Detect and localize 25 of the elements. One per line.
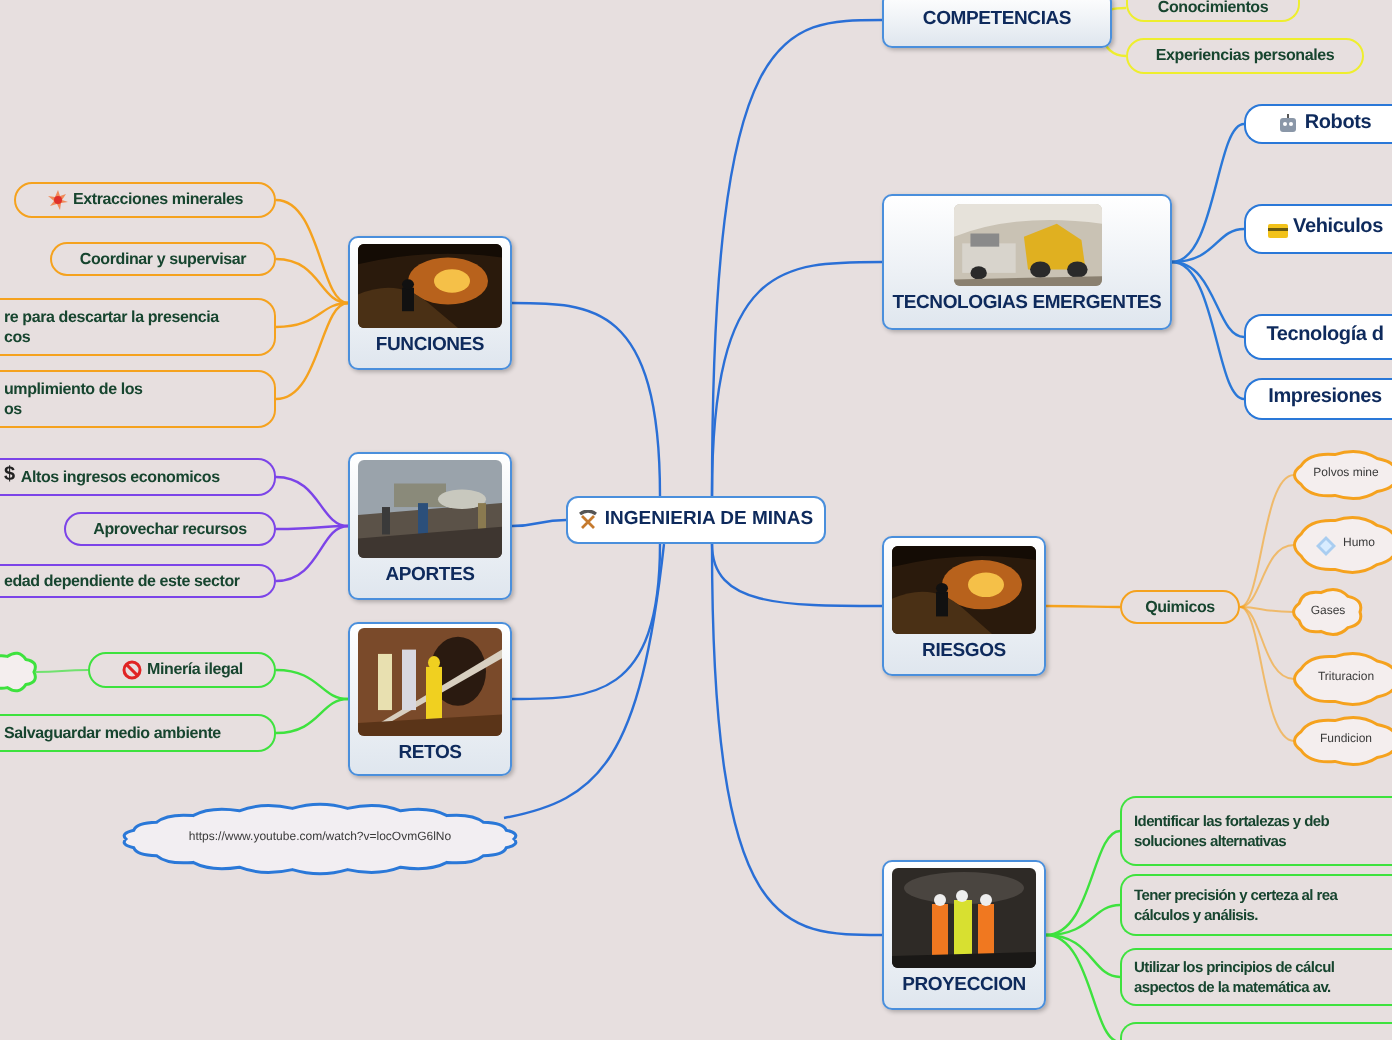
- topic-title: RIESGOS: [922, 637, 1006, 666]
- node-label: Aprovechar recursos: [93, 519, 247, 539]
- node-label: Impresiones: [1268, 386, 1382, 412]
- node-label: edad dependiente de este sector: [4, 571, 240, 591]
- topic-title: RETOS: [398, 740, 462, 769]
- central-title: INGENIERIA DE MINAS: [604, 505, 814, 534]
- node-label: re para descartar la presencia cos: [4, 307, 219, 347]
- node-label: Minería ilegal: [147, 660, 243, 680]
- node-label: Coordinar y supervisar: [79, 249, 247, 269]
- node-label: Salvaguardar medio ambiente: [4, 723, 221, 743]
- topic-title: COMPETENCIAS: [922, 5, 1072, 34]
- topic-title: PROYECCION: [902, 972, 1026, 1001]
- node-label: Tecnología d: [1266, 324, 1384, 350]
- node-label: umplimiento de los os: [4, 379, 143, 419]
- node-label: Experiencias personales: [1155, 46, 1335, 66]
- currency-symbol: $: [4, 464, 15, 490]
- topic-title: FUNCIONES: [375, 332, 485, 361]
- node-label: Quimicos: [1145, 597, 1215, 617]
- node-label: Vehiculos: [1293, 216, 1383, 242]
- topic-title: TECNOLOGIAS EMERGENTES: [892, 290, 1162, 319]
- node-label: Robots: [1304, 111, 1372, 137]
- node-label: Altos ingresos economicos: [20, 467, 220, 487]
- node-label: Extracciones minerales: [73, 190, 243, 210]
- topic-title: APORTES: [385, 562, 475, 591]
- node-label: Conocimientos: [1157, 0, 1269, 18]
